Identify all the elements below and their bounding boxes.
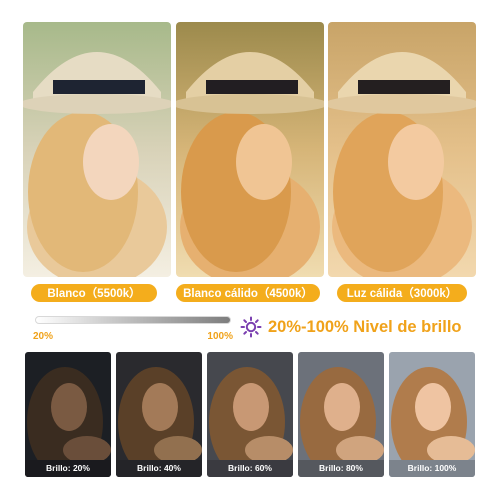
brightness-thumb-100: Brillo: 100% <box>389 352 475 477</box>
mode-label-warm-white: Blanco cálido（4500k） <box>176 284 320 302</box>
color-temperature-row: Blanco（5500k） Blanco cálido（4500k） Luz c… <box>23 22 478 302</box>
brightness-max-label: 100% <box>207 331 233 342</box>
portrait-warm-white-4500k <box>176 22 324 277</box>
brightness-title: 20%-100% Nivel de brillo <box>268 317 462 336</box>
brightness-min-label: 20% <box>33 331 54 342</box>
brightness-slider: 20% 100% <box>33 314 233 344</box>
brightness-thumb-20: Brillo: 20% <box>25 352 111 477</box>
brightness-levels-row: Brillo: 20% Brillo: 40% Brillo: 60% Bril… <box>25 352 475 477</box>
brightness-caption-40: Brillo: 40% <box>137 463 181 473</box>
brightness-thumb-40: Brillo: 40% <box>116 352 202 477</box>
brightness-caption-60: Brillo: 60% <box>228 463 272 473</box>
sun-brightness-icon <box>240 316 262 338</box>
brightness-caption-80: Brillo: 80% <box>319 463 363 473</box>
brightness-thumb-60: Brillo: 60% <box>207 352 293 477</box>
portrait-warm-light-3000k <box>328 22 476 277</box>
brightness-caption-20: Brillo: 20% <box>46 463 90 473</box>
portrait-white-5500k <box>23 22 171 277</box>
brightness-caption-100: Brillo: 100% <box>407 463 457 473</box>
brightness-heading: 20%-100% Nivel de brillo <box>240 314 462 340</box>
brightness-thumb-80: Brillo: 80% <box>298 352 384 477</box>
mode-label-warm-light: Luz cálida（3000k） <box>337 284 467 302</box>
brightness-gradient-bar <box>35 316 231 324</box>
mode-label-white: Blanco（5500k） <box>31 284 157 302</box>
